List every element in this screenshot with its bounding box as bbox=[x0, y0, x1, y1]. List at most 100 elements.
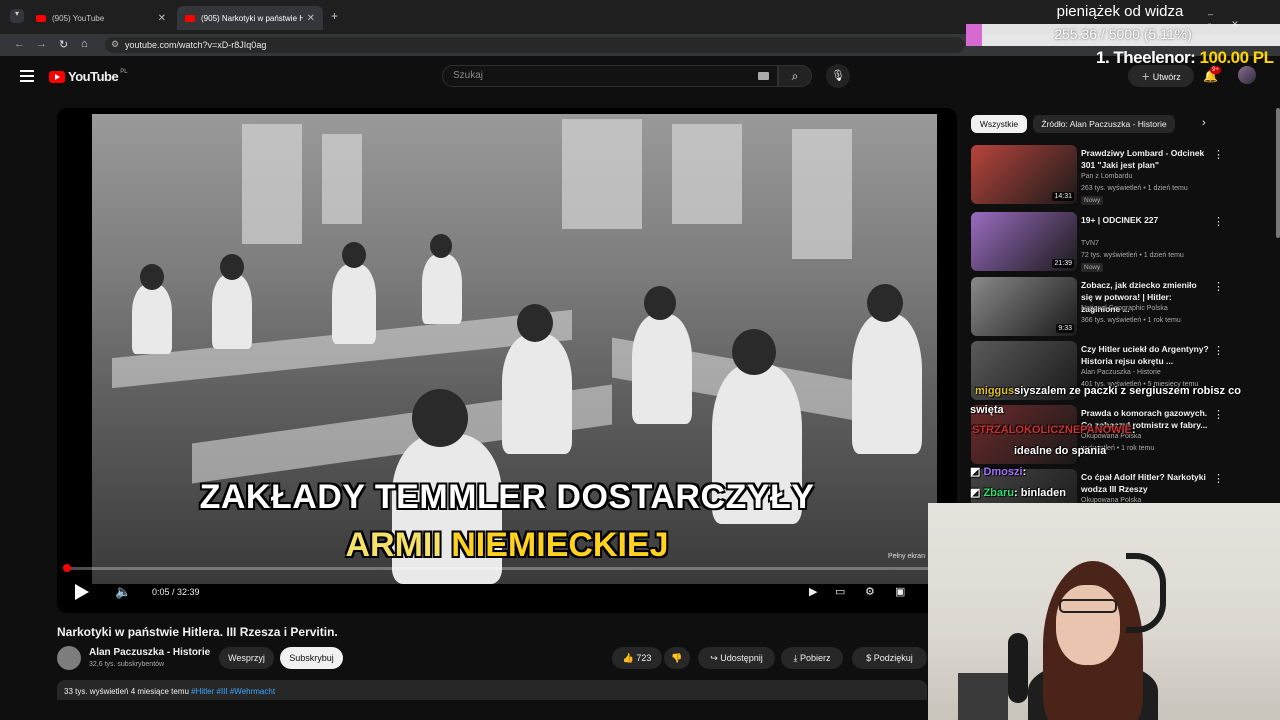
new-tab-button[interactable]: + bbox=[331, 9, 338, 23]
channel-avatar[interactable] bbox=[57, 646, 81, 670]
recommendation-title[interactable]: Co ćpał Adolf Hitler? Narkotyki wodza II… bbox=[1081, 471, 1209, 495]
recommendation-channel[interactable]: Alan Paczuszka - Historie bbox=[1081, 369, 1161, 376]
donation-progress-text: 255.36 / 5000 (5.11%) bbox=[1054, 26, 1192, 42]
chat-username: Zbaru bbox=[983, 487, 1015, 499]
caption-word-white: ARMII bbox=[345, 526, 442, 564]
user-avatar[interactable] bbox=[1238, 66, 1256, 84]
more-options-icon[interactable]: ⋮ bbox=[1213, 215, 1224, 228]
plus-icon: ＋ bbox=[1141, 72, 1153, 82]
chip-all[interactable]: Wszystkie bbox=[971, 115, 1027, 133]
subtitles-icon[interactable]: ▭ bbox=[835, 585, 845, 598]
country-code: PL bbox=[120, 68, 128, 75]
chat-badge-icon: ◩ bbox=[970, 487, 984, 499]
youtube-logo[interactable]: YouTube PL bbox=[49, 69, 128, 84]
channel-name[interactable]: Alan Paczuszka - Historie bbox=[89, 647, 210, 658]
recommendation-title[interactable]: 19+ | ODCINEK 227 bbox=[1081, 214, 1209, 226]
thumb-down-icon: 👎 bbox=[671, 653, 683, 663]
download-label: Pobierz bbox=[799, 653, 831, 663]
top-donor-name: 1. Theelenor: bbox=[1096, 48, 1196, 67]
back-arrow-icon[interactable]: ← bbox=[14, 38, 25, 50]
volume-icon[interactable]: 🔈 bbox=[115, 584, 131, 600]
video-thumbnail[interactable]: 14:31 bbox=[971, 145, 1077, 204]
duration-badge: 9:33 bbox=[1056, 324, 1074, 333]
home-icon[interactable]: ⌂ bbox=[81, 38, 88, 50]
thanks-icon: $ bbox=[866, 653, 874, 663]
autoplay-toggle-icon[interactable]: ▶ bbox=[809, 585, 817, 598]
recommendation-title[interactable]: Prawdziwy Lombard - Odcinek 301 "Jaki je… bbox=[1081, 147, 1209, 171]
recommendation-item[interactable]: 14:31 Prawdziwy Lombard - Odcinek 301 "Ja… bbox=[971, 145, 1231, 207]
caption-word-yellow: NIEMIECKIEJ bbox=[451, 526, 669, 564]
video-title: Narkotyki w państwie Hitlera. III Rzesza… bbox=[57, 625, 338, 639]
search-button[interactable]: ⌕ bbox=[778, 65, 812, 87]
keyboard-icon[interactable] bbox=[758, 72, 769, 80]
recommendation-channel[interactable]: TVN7 bbox=[1081, 240, 1099, 247]
site-info-icon[interactable]: ⚙ bbox=[111, 39, 119, 50]
chat-text: : binladen bbox=[1014, 487, 1066, 499]
video-description-box[interactable]: 33 tys. wyświetleń 4 miesiące temu #Hitl… bbox=[57, 680, 927, 700]
dislike-button[interactable]: 👎 bbox=[664, 647, 690, 669]
menu-icon[interactable] bbox=[20, 70, 34, 82]
url-bar[interactable]: ⚙ youtube.com/watch?v=xD-r8JIq0ag bbox=[105, 37, 965, 53]
share-button[interactable]: ↪ Udostępnij bbox=[698, 647, 775, 669]
chat-badge-icon: ◩ bbox=[970, 466, 984, 478]
thanks-button[interactable]: $ Podziękuj bbox=[852, 647, 927, 669]
chat-text: idealne do spania bbox=[1014, 445, 1107, 457]
search-icon: ⌕ bbox=[791, 69, 799, 83]
miniplayer-icon[interactable]: ▣ bbox=[895, 585, 905, 598]
chat-message: swięta bbox=[970, 404, 1004, 416]
recommendation-item[interactable]: 21:39 19+ | ODCINEK 227 TVN7 72 tys. wyświe… bbox=[971, 212, 1231, 274]
video-thumbnail[interactable]: 9:33 bbox=[971, 277, 1077, 336]
recommendation-title[interactable]: Czy Hitler uciekł do Argentyny? Historia… bbox=[1081, 343, 1209, 367]
youtube-favicon-icon bbox=[36, 14, 46, 22]
support-button[interactable]: Wesprzyj bbox=[219, 647, 274, 669]
share-icon: ↪ bbox=[710, 653, 721, 663]
progress-scrubber[interactable] bbox=[63, 564, 71, 572]
more-options-icon[interactable]: ⋮ bbox=[1213, 148, 1224, 161]
thumb-up-icon: 👍 bbox=[622, 653, 637, 663]
create-button[interactable]: ＋ Utwórz bbox=[1128, 65, 1194, 87]
tab-youtube-home[interactable]: (905) YouTube ✕ bbox=[28, 6, 174, 30]
top-donor: 1. Theelenor: 100.00 PL bbox=[1096, 48, 1274, 68]
chat-text: : bbox=[1131, 424, 1136, 436]
download-button[interactable]: ⤓ Pobierz bbox=[781, 647, 843, 669]
more-options-icon[interactable]: ⋮ bbox=[1213, 408, 1224, 421]
chip-source[interactable]: Źródło: Alan Paczuszka - Historie bbox=[1033, 115, 1175, 133]
video-caption-line-1: ZAKŁADY TEMMLER DOSTARCZYŁY bbox=[199, 478, 815, 516]
microphone-icon: 🎙 bbox=[831, 70, 845, 82]
play-icon[interactable] bbox=[75, 584, 89, 600]
subscriber-count: 32,6 tys. subskrybentów bbox=[89, 661, 165, 668]
recommendation-item[interactable]: 9:33 Zobacz, jak dziecko zmieniło się w p… bbox=[971, 277, 1231, 339]
tab-current-video[interactable]: (905) Narkotyki w państwie Hitl ✕ bbox=[177, 6, 323, 30]
fullscreen-tooltip: Pełny ekran bbox=[888, 553, 925, 560]
like-button[interactable]: 👍 723 bbox=[612, 647, 662, 669]
search-input[interactable]: Szukaj bbox=[442, 65, 778, 87]
duration-badge: 21:39 bbox=[1052, 259, 1074, 268]
video-player[interactable]: ZAKŁADY TEMMLER DOSTARCZYŁY ARMII NIEMIE… bbox=[57, 108, 957, 613]
subscribe-button[interactable]: Subskrybuj bbox=[280, 647, 343, 669]
voice-search-button[interactable]: 🎙 bbox=[826, 64, 850, 88]
recommendation-channel[interactable]: National Geographic Polska bbox=[1081, 305, 1168, 312]
chevron-right-icon[interactable]: › bbox=[1202, 117, 1206, 129]
headset bbox=[1126, 553, 1166, 633]
tab-label: (905) Narkotyki w państwie Hitl bbox=[201, 13, 303, 23]
recommendation-item[interactable]: Prawda o komorach gazowych. Co zobaczył … bbox=[971, 405, 1231, 467]
logo-text: YouTube bbox=[68, 69, 119, 84]
close-tab-icon[interactable]: ✕ bbox=[158, 13, 166, 24]
streamer-face bbox=[1056, 585, 1120, 665]
tab-list-dropdown[interactable]: ▾ bbox=[10, 9, 24, 23]
forward-arrow-icon[interactable]: → bbox=[36, 38, 47, 50]
thanks-label: Podziękuj bbox=[873, 653, 913, 663]
video-thumbnail[interactable]: 21:39 bbox=[971, 212, 1077, 271]
close-tab-icon[interactable]: ✕ bbox=[307, 13, 315, 24]
reload-icon[interactable]: ↻ bbox=[59, 38, 68, 51]
chat-message: miggussiyszalem ze paczki z sergiuszem r… bbox=[975, 385, 1241, 397]
scrollbar[interactable] bbox=[1276, 108, 1280, 238]
settings-gear-icon[interactable]: ⚙ bbox=[865, 585, 875, 598]
progress-bar[interactable] bbox=[65, 567, 945, 570]
recommendation-channel[interactable]: Pan z Lombardu bbox=[1081, 173, 1132, 180]
more-options-icon[interactable]: ⋮ bbox=[1213, 472, 1224, 485]
more-options-icon[interactable]: ⋮ bbox=[1213, 344, 1224, 357]
more-options-icon[interactable]: ⋮ bbox=[1213, 280, 1224, 293]
hashtags[interactable]: #Hitler #III #Wehrmacht bbox=[191, 687, 275, 696]
glasses bbox=[1059, 599, 1117, 613]
